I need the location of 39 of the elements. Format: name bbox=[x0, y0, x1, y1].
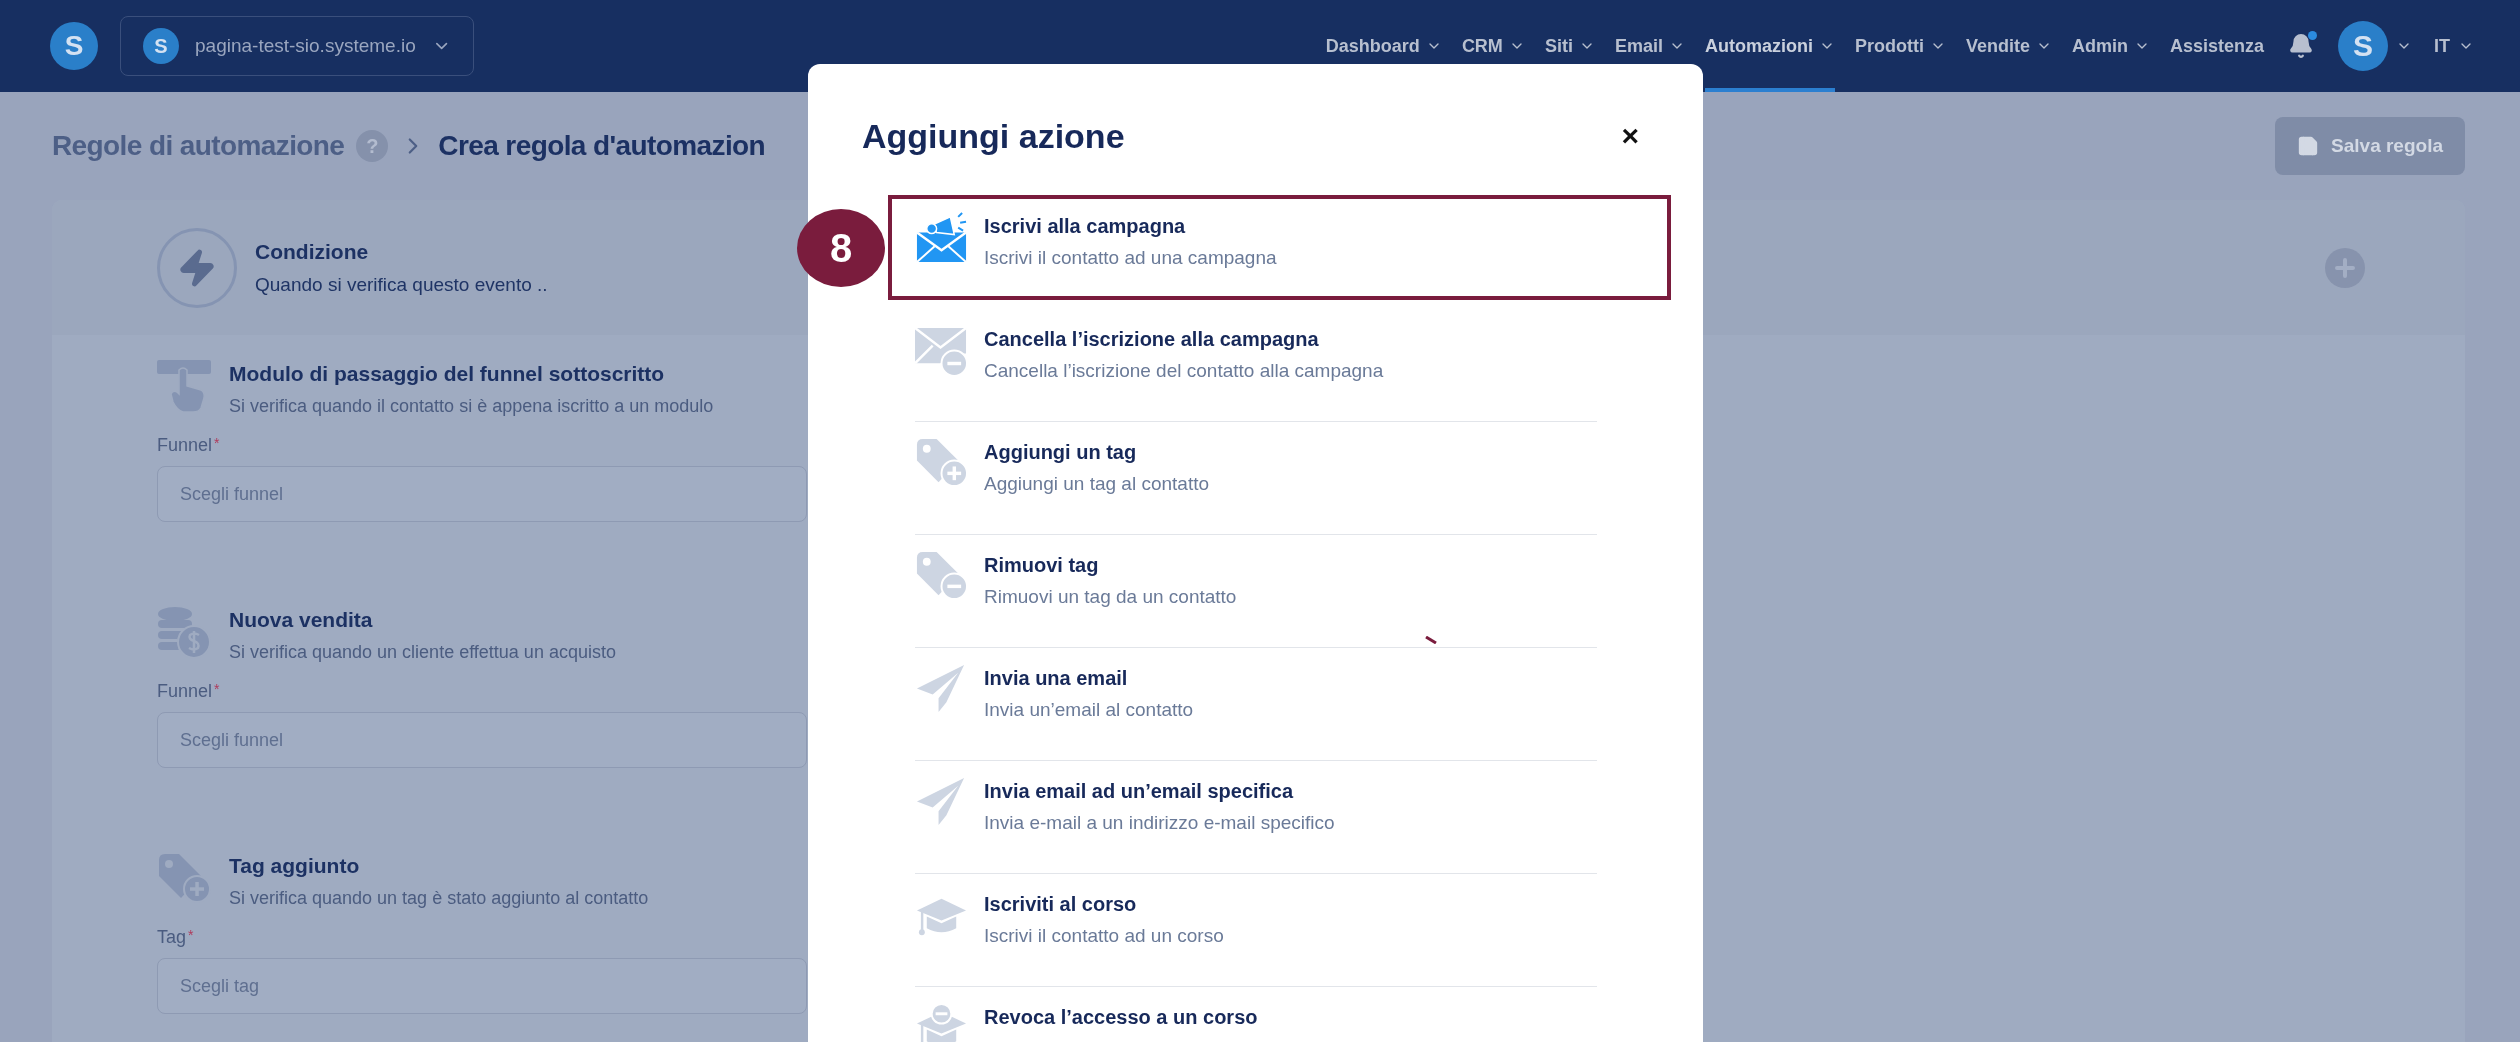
coins-dollar-icon bbox=[157, 606, 211, 660]
trigger-title: Tag aggiunto bbox=[229, 854, 361, 878]
pen-mark bbox=[1425, 636, 1437, 644]
hand-click-icon bbox=[157, 360, 211, 412]
trigger-title: Nuova vendita bbox=[229, 608, 374, 632]
graduation-cap-minus-icon bbox=[915, 1002, 968, 1042]
close-button[interactable]: × bbox=[1617, 121, 1643, 151]
condition-subtitle: Quando si verifica questo evento .. bbox=[255, 273, 548, 296]
nav-item[interactable]: Siti bbox=[1544, 0, 1595, 92]
field-label: Tag* bbox=[157, 927, 194, 948]
nav-item[interactable]: Assistenza bbox=[2169, 0, 2264, 92]
page-title: Crea regola d'automazion bbox=[438, 130, 766, 162]
trigger-description: Si verifica quando il contatto si è appena iscritto a un modulo bbox=[229, 396, 714, 417]
nav-item[interactable]: CRM bbox=[1461, 0, 1525, 92]
plus-icon bbox=[2335, 257, 2355, 278]
trigger-title: Modulo di passaggio del funnel sottoscritto bbox=[229, 362, 666, 386]
select-field[interactable]: Scegli tag bbox=[157, 958, 807, 1014]
field-label: Funnel* bbox=[157, 435, 220, 456]
trigger-description: Si verifica quando un tag è stato aggiunto al contatto bbox=[229, 888, 649, 909]
tag-plus-icon bbox=[157, 852, 211, 904]
modal-title: Aggiungi azione bbox=[862, 116, 1125, 156]
nav-item[interactable]: Admin bbox=[2071, 0, 2150, 92]
language-selector[interactable]: IT bbox=[2428, 34, 2480, 58]
nav-item[interactable]: Prodotti bbox=[1854, 0, 1946, 92]
trigger-description: Si verifica quando un cliente effettua un acquisto bbox=[229, 642, 616, 663]
lightning-icon bbox=[157, 227, 237, 308]
megaphone-envelope-icon bbox=[915, 211, 968, 264]
save-icon bbox=[2297, 135, 2320, 157]
condition-title: Condizione bbox=[255, 239, 370, 264]
nav-item[interactable]: Dashboard bbox=[1325, 0, 1442, 92]
action-item[interactable]: Iscrivi alla campagna Iscrivi il contatto ad una campagna bbox=[888, 195, 1671, 300]
nav-item[interactable]: Vendite bbox=[1965, 0, 2052, 92]
field-label: Funnel* bbox=[157, 681, 220, 702]
workspace-selector[interactable]: S pagina-test-sio.systeme.io bbox=[120, 16, 474, 76]
action-item[interactable]: Revoca l’accesso a un corso bbox=[915, 986, 1597, 1042]
select-field[interactable]: Scegli funnel bbox=[157, 466, 807, 522]
notification-bell[interactable] bbox=[2288, 33, 2314, 59]
select-field[interactable]: Scegli funnel bbox=[157, 712, 807, 768]
nav-item[interactable]: Email bbox=[1614, 0, 1685, 92]
